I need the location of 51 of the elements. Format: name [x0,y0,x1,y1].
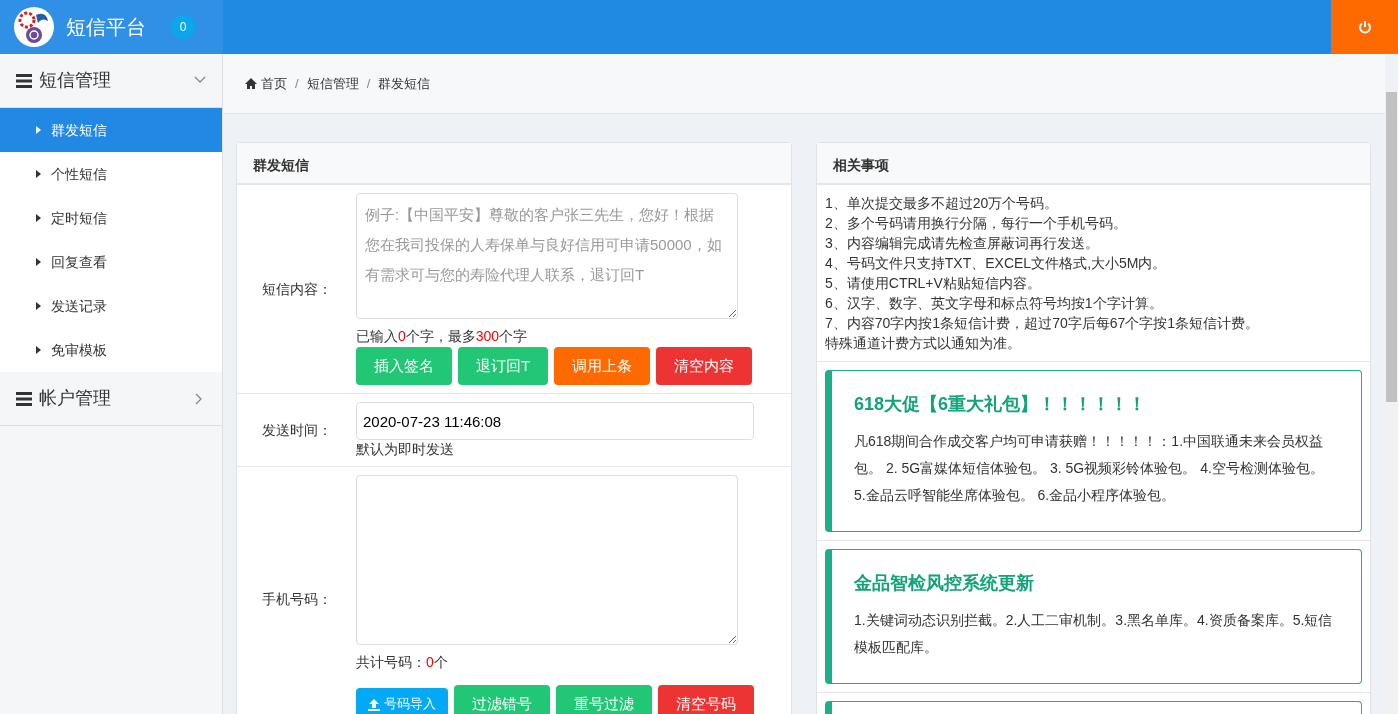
caret-icon [36,302,41,310]
sidebar-item[interactable]: 个性短信 [0,152,222,196]
action-button[interactable]: 清空号码 [658,685,754,714]
notice-title: 618大促【6重大礼包】！！！！！！ [854,393,1148,416]
hint-text: 默认为即时发送 [356,440,455,458]
power-button[interactable] [1331,0,1398,54]
caret-icon [36,346,41,354]
note-line: 3、内容编辑完成请先检查屏蔽词再行发送。 [825,234,1100,253]
caret-icon [36,258,41,266]
menu-icon [16,390,32,407]
notice-title: 金品智检风控系统更新 [854,572,1035,595]
note-line: 5、请使用CTRL+V粘贴短信内容。 [825,274,1042,293]
card-title: 相关事项 [817,143,1370,185]
note-line: 特殊通道计费方式以通知为准。 [825,334,1022,353]
notification-badge: 0 [171,15,195,39]
phone-numbers-textarea[interactable] [356,475,738,645]
notice-text: 1.关键词动态识别拦截。2.人工二审机制。3.黑名单库。4.资质备案库。5.短信模板匹配库。 [854,611,1334,657]
sidebar-item[interactable]: 免审模板 [0,328,222,372]
breadcrumb-separator: / [295,74,299,93]
message-textarea[interactable]: 例子:【中国平安】尊敬的客户张三先生，您好！根据您在我司投保的人寿保单与良好信用可申请50000，如有需求可与您的寿险代理人联系，退订回T [356,193,738,319]
breadcrumb-link[interactable]: 短信管理 [306,73,359,94]
caret-icon [36,126,41,134]
sidebar-item[interactable]: 回复查看 [0,240,222,284]
logo [14,7,54,47]
sidebar-item[interactable]: 发送记录 [0,284,222,328]
sidebar-item[interactable]: 定时短信 [0,196,222,240]
notice-text: 凡618期间合作成交客户均可申请获赠！！！！！：1.中国联通未来会员权益包。 2. 5G富媒体短信体验包。 3. 5G视频彩铃体验包。 4.空号检测体验包。 5.金品云呼智能坐席体验包。 6.金品小程序体验包。 [854,432,1325,505]
field-label: 手机号码： [262,589,332,609]
home-icon [245,78,257,89]
breadcrumb-link[interactable]: 首页 [261,73,287,94]
caret-icon [36,170,41,178]
power-icon [1357,20,1372,34]
datetime-field[interactable]: 2020-07-23 11:46:08 [356,402,754,440]
note-line: 2、多个号码请用换行分隔，每行一个手机号码。 [825,214,1128,233]
field-label: 短信内容： [262,279,332,299]
char-counter: 已输入0个字，最多300个字 [356,327,529,346]
note-line: 1、单次提交最多不超过20万个号码。 [825,194,1060,213]
scrollbar[interactable] [1385,92,1398,714]
field-label: 发送时间： [262,420,332,440]
note-line: 6、汉字、数字、英文字母和标点符号均按1个字计算。 [825,294,1164,313]
breadcrumb-separator: / [366,74,371,93]
number-counter: 共计号码：0个 [356,653,449,672]
menu-icon [16,72,32,89]
note-line: 4、号码文件只支持TXT、EXCEL文件格式,大小5M内。 [825,254,1168,273]
app-title: 短信平台 [66,15,146,40]
upload-icon [368,698,380,711]
caret-icon [36,214,41,222]
action-button[interactable]: 清空内容 [656,347,753,385]
card-title: 群发短信 [237,143,791,185]
sidebar-item[interactable]: 群发短信 [0,108,222,152]
note-line: 7、内容70字内按1条短信计费，超过70字后每67个字按1条短信计费。 [825,314,1261,333]
